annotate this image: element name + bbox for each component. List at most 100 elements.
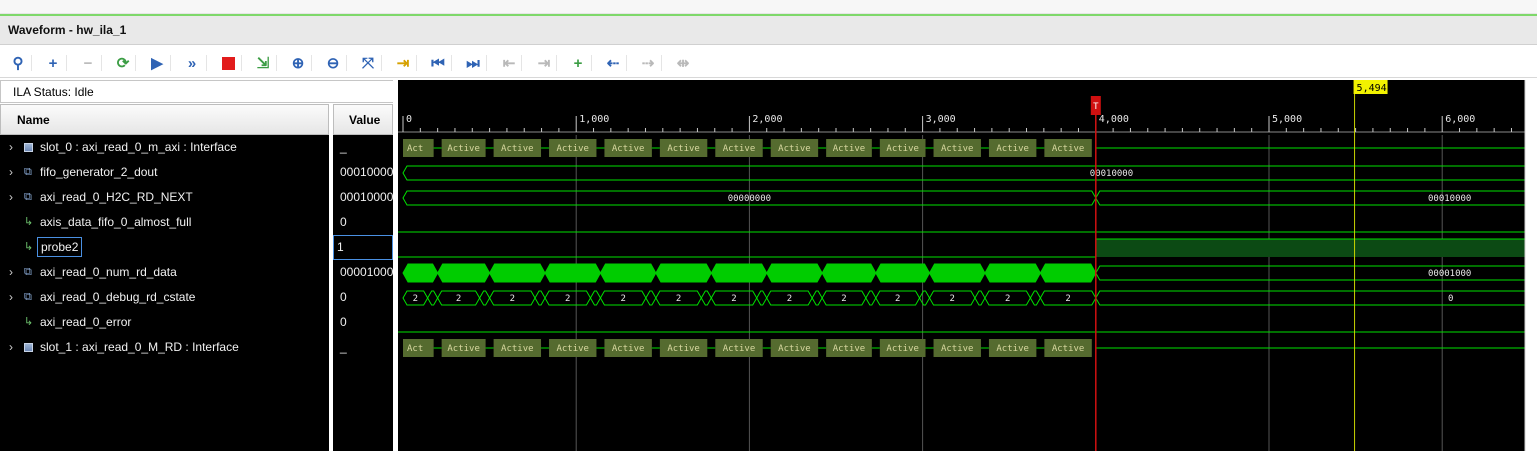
next-transition-button[interactable]: ⇥ [533, 52, 555, 74]
interface-active-label: Active [886, 344, 919, 354]
zoom-fit-button[interactable]: ⤧ [357, 52, 379, 74]
signal-row[interactable]: ↳ axi_read_0_error [0, 310, 329, 335]
value-column-header[interactable]: Value [333, 104, 393, 135]
cstate-segment [534, 290, 546, 306]
expand-chevron-icon[interactable]: › [9, 140, 13, 154]
goto-cursor-button[interactable]: ⇥ [392, 52, 414, 74]
waveform-svg[interactable]: 0 1,000 2,000 3,000 4,000 5,000 6,000 Act Active… [398, 80, 1537, 451]
cstate-segment [479, 290, 491, 306]
expand-chevron-icon[interactable]: › [9, 290, 13, 304]
bus-icon: ⧉ [24, 291, 32, 303]
interface-active-label: Active [556, 144, 589, 154]
play-icon: ▶ [151, 55, 163, 72]
signal-name: fifo_generator_2_dout [40, 165, 158, 179]
num-rd-data-burst [437, 263, 491, 283]
plus-icon: + [48, 54, 58, 72]
name-column-header[interactable]: Name [0, 104, 329, 135]
toolbar-separator [206, 55, 207, 71]
goto-start-button[interactable]: ⏮ [427, 52, 449, 74]
num-rd-data-burst [821, 263, 877, 283]
signal-name: slot_0 : axi_read_0_m_axi : Interface [40, 140, 237, 154]
signal-value[interactable]: 1 [333, 235, 393, 260]
prev-marker-icon: ⇠ [606, 55, 620, 72]
signal-value[interactable]: 00010000 [333, 185, 393, 210]
signal-row[interactable]: › slot_0 : axi_read_0_m_axi : Interface [0, 135, 329, 160]
add-marker-button[interactable]: + [567, 52, 589, 74]
interface-active-label: Act [407, 144, 423, 154]
signal-row[interactable]: › ⧉ axi_read_0_H2C_RD_NEXT [0, 185, 329, 210]
export-button[interactable]: ⇲ [252, 52, 274, 74]
ruler-tick-label: 0 [406, 114, 412, 125]
signal-row[interactable]: ↳ probe2 [0, 235, 329, 260]
expand-chevron-icon[interactable]: › [9, 190, 13, 204]
add-button[interactable]: + [42, 52, 64, 74]
ruler-tick-label: 3,000 [926, 114, 956, 125]
prev-marker-button[interactable]: ⇠ [602, 52, 624, 74]
interface-active-label: Active [447, 144, 480, 154]
signal-value[interactable]: 0 [333, 310, 393, 335]
cstate-segment-label: 2 [620, 294, 625, 304]
interface-active-label: Active [723, 344, 756, 354]
signal-value[interactable]: 00001000 [333, 260, 393, 285]
bit-signal-icon: ↳ [24, 316, 34, 328]
cstate-segment-label: 2 [1065, 294, 1070, 304]
interface-active-label: Active [667, 144, 700, 154]
expand-chevron-icon[interactable]: › [9, 265, 13, 279]
expand-chevron-icon[interactable]: › [9, 340, 13, 354]
signal-value-text: 00010000 [340, 165, 393, 179]
signal-name: slot_1 : axi_read_0_M_RD : Interface [40, 340, 239, 354]
signal-value[interactable]: _ [333, 335, 393, 360]
signal-row[interactable]: › ⧉ axi_read_0_debug_rd_cstate [0, 285, 329, 310]
cstate-segment [918, 290, 931, 306]
expand-chevron-icon[interactable]: › [9, 165, 13, 179]
name-column-label: Name [17, 113, 50, 127]
zoom-in-button[interactable]: ⊕ [287, 52, 309, 74]
toolbar-separator [486, 55, 487, 71]
interface-icon [24, 343, 33, 352]
swap-cursors-button[interactable]: ⇹ [672, 52, 694, 74]
interface-active-label: Active [778, 144, 811, 154]
toolbar-separator [170, 55, 171, 71]
cstate-segment [1029, 290, 1041, 306]
toolbar-separator [31, 55, 32, 71]
stop-button[interactable] [217, 52, 239, 74]
signal-row[interactable]: › slot_1 : axi_read_0_M_RD : Interface [0, 335, 329, 360]
refresh-button[interactable]: ⟳ [112, 52, 134, 74]
cstate-value: 0 [1448, 294, 1453, 304]
swap-icon: ⇹ [676, 55, 690, 72]
run-trigger-button[interactable]: ▶ [146, 52, 168, 74]
run-immediate-button[interactable]: » [181, 52, 203, 74]
signal-row[interactable]: ↳ axis_data_fifo_0_almost_full [0, 210, 329, 235]
window-title: Waveform - hw_ila_1 [8, 23, 127, 37]
zoom-in-icon: ⊕ [291, 55, 305, 72]
signal-row[interactable]: › ⧉ fifo_generator_2_dout [0, 160, 329, 185]
zoom-out-button[interactable]: ⊖ [322, 52, 344, 74]
signal-value-text: 0 [340, 290, 347, 304]
signal-name: probe2 [37, 237, 83, 257]
signal-value[interactable]: 00010000 [333, 160, 393, 185]
zoom-out-icon: ⊖ [326, 55, 340, 72]
remove-button[interactable]: − [77, 52, 99, 74]
num-rd-data-burst [928, 263, 986, 283]
cstate-segment [811, 290, 823, 306]
ruler-tick-label: 5,000 [1272, 114, 1302, 125]
signal-value-text: 0 [340, 215, 347, 229]
prev-transition-button[interactable]: ⇤ [498, 52, 520, 74]
signal-value[interactable]: 0 [333, 285, 393, 310]
next-marker-button[interactable]: ⇢ [637, 52, 659, 74]
interface-active-label: Act [407, 344, 423, 354]
signal-value-text: _ [340, 340, 347, 354]
num-rd-data-burst [766, 263, 823, 283]
signal-row[interactable]: › ⧉ axi_read_0_num_rd_data [0, 260, 329, 285]
waveform-canvas[interactable]: 0 1,000 2,000 3,000 4,000 5,000 6,000 Act Active… [398, 80, 1537, 451]
cstate-segment-label: 2 [565, 294, 570, 304]
bit-signal-icon: ↳ [24, 241, 34, 253]
cstate-segment-label: 2 [413, 294, 418, 304]
interface-active-label: Active [941, 144, 974, 154]
signal-value[interactable]: 0 [333, 210, 393, 235]
search-button[interactable]: ⚲ [7, 52, 29, 74]
signal-value[interactable]: _ [333, 135, 393, 160]
ruler-tick-label: 2,000 [752, 114, 782, 125]
goto-end-button[interactable]: ⏭ [462, 52, 484, 74]
num-rd-data-burst [710, 263, 768, 283]
